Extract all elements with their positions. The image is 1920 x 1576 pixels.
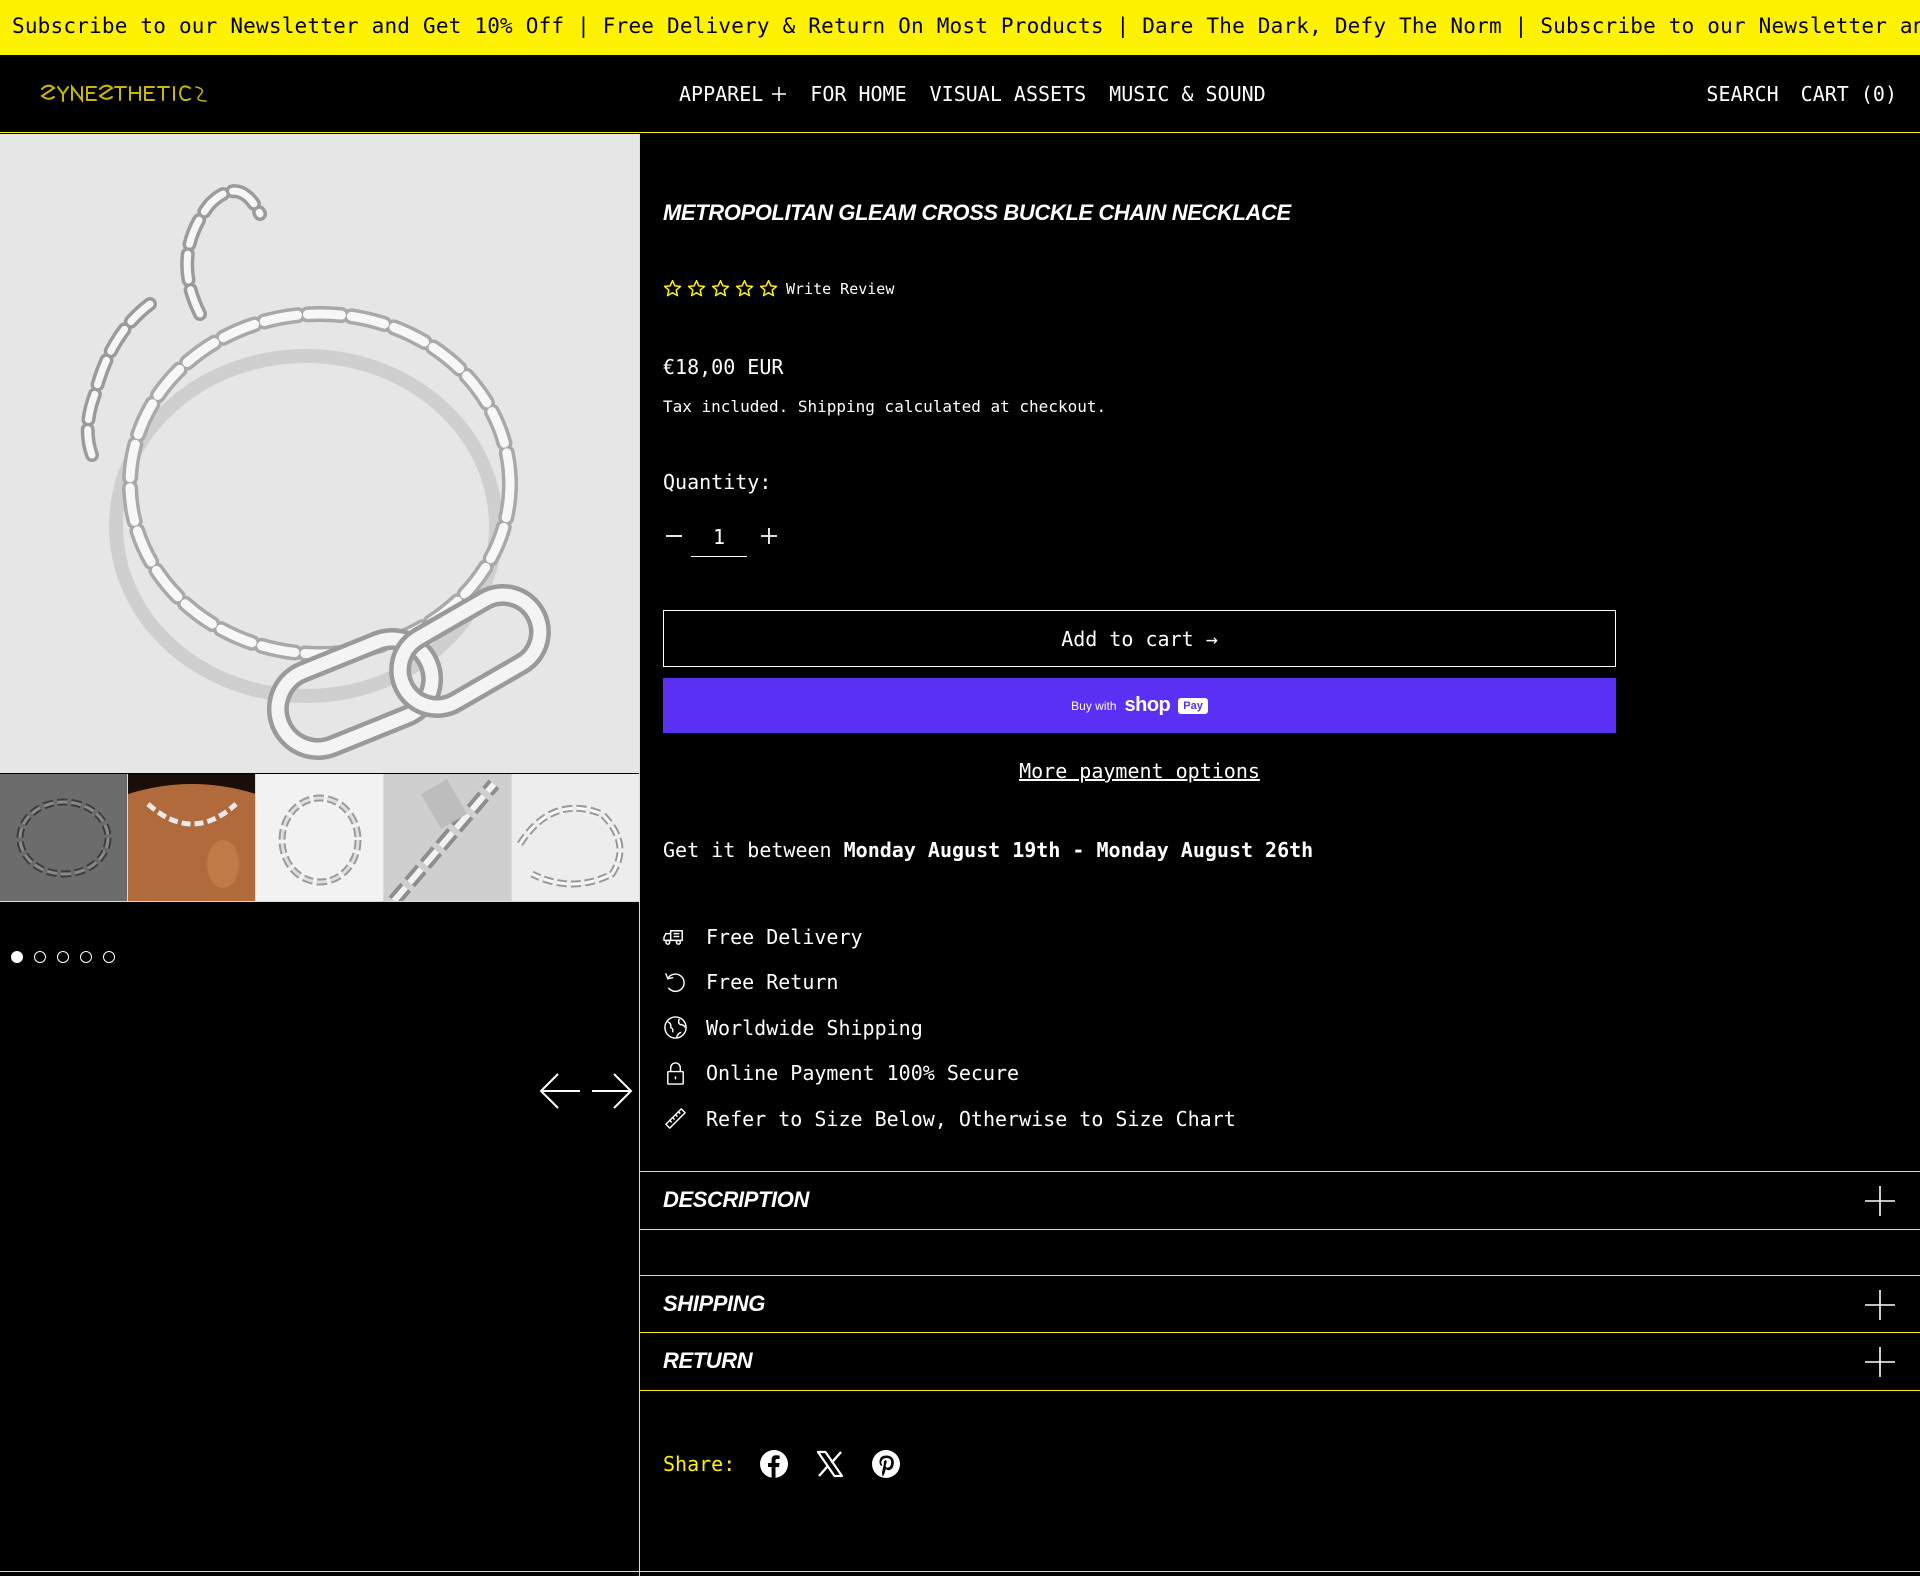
more-payment-options-link[interactable]: More payment options bbox=[663, 759, 1616, 783]
plus-icon bbox=[772, 87, 787, 101]
delivery-estimate-prefix: Get it between bbox=[663, 838, 832, 862]
slide-dot-1[interactable] bbox=[11, 951, 23, 963]
facebook-icon[interactable] bbox=[759, 1449, 789, 1479]
pinterest-icon[interactable] bbox=[871, 1449, 901, 1479]
x-icon[interactable] bbox=[815, 1449, 845, 1479]
thumbnail-5[interactable] bbox=[512, 774, 639, 901]
thumbnail-image bbox=[0, 774, 127, 901]
feature-list: Free Delivery Free Return Worldwide Ship… bbox=[663, 914, 1236, 1142]
accordion-label: SHIPPING bbox=[663, 1291, 765, 1316]
search-link[interactable]: SEARCH bbox=[1706, 82, 1778, 106]
site-header: APPAREL FOR HOME VISUAL ASSETS MUSIC & S… bbox=[0, 55, 1920, 133]
minus-icon[interactable] bbox=[663, 525, 685, 547]
product-gallery bbox=[0, 134, 640, 1576]
truck-icon bbox=[663, 930, 683, 946]
shop-pay-prefix: Buy with bbox=[1071, 698, 1117, 713]
header-actions: SEARCH CART (0) bbox=[1706, 82, 1897, 106]
arrow-left-icon[interactable] bbox=[538, 1069, 582, 1113]
star-empty-icon bbox=[663, 279, 682, 297]
nav-item-visual-assets[interactable]: VISUAL ASSETS bbox=[930, 82, 1087, 106]
feature-item: Free Return bbox=[663, 960, 1236, 1006]
star-empty-icon bbox=[759, 279, 778, 297]
slide-dot-3[interactable] bbox=[57, 951, 69, 963]
thumbnail-4[interactable] bbox=[384, 774, 512, 901]
logo-wordmark-icon bbox=[40, 84, 207, 103]
write-review-link[interactable]: Write Review bbox=[786, 280, 894, 298]
thumbnail-1[interactable] bbox=[0, 774, 128, 901]
necklace-image bbox=[0, 134, 639, 773]
share-bar: Share: bbox=[663, 1449, 901, 1479]
thumbnail-image bbox=[512, 774, 639, 901]
accordion-description[interactable]: DESCRIPTION bbox=[640, 1171, 1920, 1229]
quantity-input[interactable] bbox=[691, 517, 747, 557]
return-icon bbox=[665, 972, 685, 992]
feature-item: Online Payment 100% Secure bbox=[663, 1051, 1236, 1097]
nav-item-label: VISUAL ASSETS bbox=[929, 82, 1087, 106]
shop-pay-brand: shop bbox=[1124, 694, 1171, 716]
plus-icon[interactable] bbox=[758, 525, 780, 547]
feature-item: Refer to Size Below, Otherwise to Size C… bbox=[663, 1096, 1236, 1142]
ruler-icon bbox=[665, 1108, 686, 1130]
plus-icon[interactable] bbox=[1863, 1288, 1897, 1322]
thumbnail-image bbox=[128, 774, 255, 901]
thumbnail-strip bbox=[0, 774, 640, 902]
feature-label: Online Payment 100% Secure bbox=[706, 1061, 1020, 1086]
feature-label: Refer to Size Below, Otherwise to Size C… bbox=[706, 1106, 1236, 1131]
tax-note: Tax included. Shipping calculated at che… bbox=[663, 397, 1107, 416]
slide-dot-2[interactable] bbox=[34, 951, 46, 963]
nav-item-for-home[interactable]: FOR HOME bbox=[810, 82, 906, 106]
globe-icon bbox=[664, 1016, 687, 1040]
nav-item-apparel[interactable]: APPAREL bbox=[679, 82, 787, 106]
quantity-label: Quantity: bbox=[663, 470, 772, 494]
plus-icon[interactable] bbox=[1863, 1184, 1897, 1218]
feature-item: Worldwide Shipping bbox=[663, 1005, 1236, 1051]
nav-item-music-sound[interactable]: MUSIC & SOUND bbox=[1109, 82, 1266, 106]
main-product-image[interactable] bbox=[0, 134, 639, 773]
shop-pay-button[interactable]: Buy with shop Pay bbox=[663, 678, 1616, 733]
feature-label: Free Return bbox=[706, 970, 839, 995]
main-nav: APPAREL FOR HOME VISUAL ASSETS MUSIC & S… bbox=[679, 82, 1266, 106]
accordion-label: RETURN bbox=[663, 1348, 753, 1373]
accordion-divider bbox=[640, 1390, 1920, 1391]
accordion-label: DESCRIPTION bbox=[663, 1187, 809, 1212]
accordion-description-content bbox=[640, 1229, 1920, 1275]
announcement-bar: Subscribe to our Newsletter and Get 10% … bbox=[0, 0, 1920, 55]
star-empty-icon bbox=[711, 279, 730, 297]
nav-item-label: APPAREL bbox=[679, 82, 764, 106]
thumbnail-3[interactable] bbox=[256, 774, 384, 901]
accordion-shipping[interactable]: SHIPPING bbox=[640, 1275, 1920, 1333]
plus-icon[interactable] bbox=[1863, 1345, 1897, 1379]
thumbnail-2[interactable] bbox=[128, 774, 256, 901]
feature-label: Worldwide Shipping bbox=[706, 1015, 923, 1040]
arrow-right-icon[interactable] bbox=[590, 1069, 634, 1113]
feature-item: Free Delivery bbox=[663, 914, 1236, 960]
quantity-stepper bbox=[663, 517, 783, 567]
slide-dot-5[interactable] bbox=[103, 951, 115, 963]
announcement-text: Subscribe to our Newsletter and Get 10% … bbox=[12, 14, 1920, 38]
accordion-return[interactable]: RETURN bbox=[640, 1332, 1920, 1390]
product-rating: Write Review bbox=[663, 279, 894, 298]
star-empty-icon bbox=[687, 279, 706, 297]
product-price: €18,00 EUR bbox=[663, 355, 784, 379]
nav-item-label: FOR HOME bbox=[810, 82, 907, 106]
delivery-estimate-range: Monday August 19th - Monday August 26th bbox=[843, 838, 1314, 862]
nav-item-label: MUSIC & SOUND bbox=[1109, 82, 1266, 106]
page-bottom-divider bbox=[0, 1571, 1920, 1572]
logo[interactable] bbox=[40, 79, 210, 109]
delivery-estimate: Get it between Monday August 19th - Mond… bbox=[663, 838, 1313, 862]
star-empty-icon bbox=[735, 279, 754, 297]
thumbnail-image bbox=[256, 774, 383, 901]
slide-dot-4[interactable] bbox=[80, 951, 92, 963]
cart-link[interactable]: CART (0) bbox=[1801, 82, 1897, 106]
add-to-cart-button[interactable]: Add to cart → bbox=[663, 610, 1616, 667]
product-title: METROPOLITAN GLEAM CROSS BUCKLE CHAIN NE… bbox=[663, 200, 1291, 225]
lock-icon bbox=[667, 1062, 684, 1085]
thumbnail-image bbox=[384, 774, 511, 901]
slide-arrows bbox=[538, 1069, 634, 1113]
feature-label: Free Delivery bbox=[706, 924, 863, 949]
slide-dots bbox=[11, 951, 115, 963]
share-label: Share: bbox=[663, 1452, 736, 1476]
shop-pay-badge: Pay bbox=[1178, 697, 1208, 714]
